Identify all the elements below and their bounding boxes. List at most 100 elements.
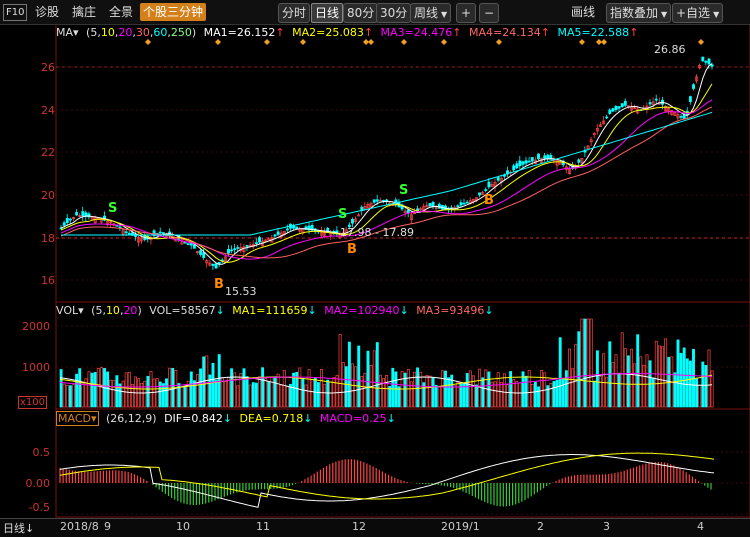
candle-body [372, 199, 376, 203]
candle-body [462, 202, 466, 205]
vol-params: (5,10,20) [91, 304, 142, 317]
price-tick: 24 [41, 104, 55, 117]
candle-body [230, 249, 234, 252]
volume-bar [341, 362, 345, 408]
volume-bar [481, 377, 485, 408]
volume-bar [320, 369, 323, 408]
candle-body [254, 242, 258, 244]
period-selector[interactable]: 日线↓ [3, 520, 34, 536]
volume-bar [273, 376, 277, 408]
range-label: 17.98 - 17.89 [340, 226, 414, 239]
add-favorite-button[interactable]: +自选 ▼ [672, 3, 724, 23]
candle-body [351, 219, 354, 224]
volume-bar [115, 375, 119, 408]
80min-tab[interactable]: 80分 [343, 3, 379, 23]
draw-line-button[interactable]: 画线 [568, 3, 598, 21]
volume-bar [78, 368, 82, 408]
volume-bar [447, 377, 451, 408]
candle-body [546, 154, 550, 160]
up-arrow-icon: ↑ [363, 26, 374, 39]
volume-bar [298, 367, 302, 408]
volume-bar [465, 373, 469, 408]
30min-tab[interactable]: 30分 [376, 3, 412, 23]
f10-button[interactable]: F10 [3, 4, 28, 21]
diagnose-button[interactable]: 诊股 [32, 3, 62, 21]
candle-body [211, 263, 215, 266]
volume-bar [112, 379, 116, 408]
three-minute-button[interactable]: 个股三分钟 [140, 3, 207, 21]
volume-bar [75, 373, 79, 408]
candle-body [267, 238, 271, 241]
down-arrow-icon: ↓ [222, 412, 233, 425]
macd-indicator-selector[interactable]: MACD▾ [56, 411, 99, 426]
volume-bar [552, 381, 556, 408]
volume-bar [425, 375, 429, 408]
candle-body [654, 98, 658, 101]
candle-body [710, 64, 714, 67]
volume-bar [304, 384, 308, 408]
volume-bar [158, 381, 162, 408]
candle-body [502, 174, 506, 177]
ma60-line [61, 111, 713, 236]
kline-chart[interactable] [0, 0, 750, 536]
volume-bar [279, 384, 283, 408]
volume-bar [676, 339, 680, 408]
candle-body [484, 189, 488, 191]
volume-bar [636, 334, 640, 408]
volume-bar [93, 372, 97, 408]
pick-button[interactable]: 擒庄 [69, 3, 99, 21]
volume-bar [354, 366, 358, 408]
candle-body [375, 199, 379, 202]
vol-indicator-selector[interactable]: VOL▾ [56, 304, 84, 317]
volume-bar [453, 385, 457, 408]
candle-body [406, 209, 410, 214]
dea-value: DEA=0.718 [239, 412, 304, 425]
volume-bar [499, 381, 503, 408]
down-arrow-icon: ↓ [303, 412, 313, 425]
volume-bar [375, 342, 379, 408]
down-arrow-icon: ↓ [307, 304, 317, 317]
candle-body [124, 231, 128, 234]
time-axis-bar [0, 518, 750, 537]
candle-body [276, 231, 280, 235]
candle-body [521, 161, 525, 165]
zoom-in-button[interactable]: + [456, 3, 476, 23]
volume-bar [620, 332, 624, 408]
volume-bar [626, 355, 630, 408]
x-tick: 9 [104, 520, 111, 533]
candle-body [236, 247, 240, 249]
candle-body [285, 228, 289, 231]
vol-value: VOL=58567 [149, 304, 216, 317]
volume-bar [109, 379, 113, 408]
volume-bar [707, 349, 711, 408]
volume-bar [227, 377, 230, 408]
weekly-tab[interactable]: 周线 ▼ [410, 3, 452, 23]
candle-body [62, 222, 66, 226]
buy-signal: B [347, 242, 357, 257]
volume-bar [651, 377, 655, 408]
volume-bar [59, 369, 63, 408]
zoom-out-button[interactable]: − [479, 3, 499, 23]
candle-body [704, 61, 708, 63]
up-arrow-icon: ↑ [275, 26, 285, 39]
candle-body [465, 201, 469, 204]
volume-bar [205, 355, 209, 408]
volume-bar [68, 385, 72, 408]
volume-tick: 2000 [22, 320, 50, 333]
candle-body [679, 116, 683, 118]
time-share-tab[interactable]: 分时 [278, 3, 311, 23]
index-overlay-button[interactable]: 指数叠加 ▼ [606, 3, 672, 23]
daily-tab[interactable]: 日线 [311, 3, 344, 23]
ma-params: (5,10,20,30,60,250) [86, 26, 197, 39]
down-arrow-icon: ↓ [399, 304, 409, 317]
candle-body [459, 202, 463, 206]
volume-legend: VOL▾ (5,10,20) VOL=58567↓ MA1=111659↓ MA… [56, 303, 498, 319]
ma-indicator-selector[interactable]: MA▾ [56, 26, 79, 39]
vol-ma1-value: MA1=111659 [232, 304, 308, 317]
volume-bar [254, 382, 258, 408]
chart-grid [55, 23, 750, 518]
volume-bar [428, 375, 432, 408]
volume-bar [475, 384, 478, 408]
panorama-button[interactable]: 全景 [106, 3, 136, 21]
sell-signal: S [338, 207, 348, 222]
